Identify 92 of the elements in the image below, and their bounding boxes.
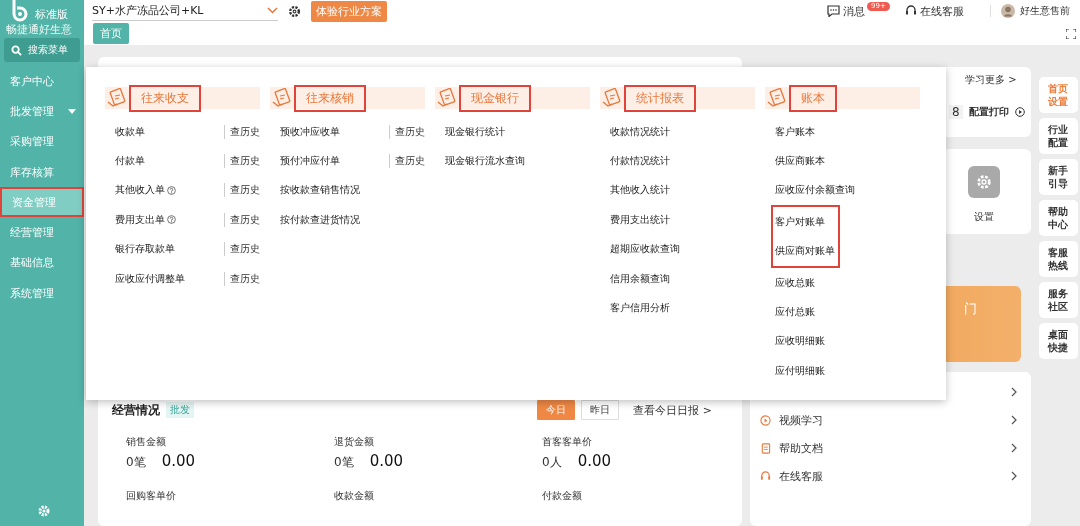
category-tag: 批发	[166, 402, 194, 418]
group-title: 往来核销	[294, 84, 366, 112]
menu-item[interactable]: 应收应付余额查询	[775, 183, 855, 198]
metric-label: 收款金额	[334, 489, 375, 503]
print-config-link[interactable]: 配置打印	[968, 105, 1009, 119]
menu-item[interactable]: 按收款查销售情况	[280, 183, 360, 198]
metric-label: 付款金额	[542, 489, 583, 503]
quick-access-button[interactable]: 新手引导	[1038, 159, 1078, 195]
help-link-row[interactable]: 在线客服	[760, 462, 1017, 490]
metric-count: 0人	[542, 454, 562, 471]
quick-access-button[interactable]: 行业配置	[1038, 118, 1078, 154]
online-support-link[interactable]: 在线客服	[905, 3, 964, 19]
chevron-right-icon	[1010, 443, 1017, 453]
group-title: 统计报表	[624, 84, 696, 112]
menu-item[interactable]: 应付总账	[775, 305, 815, 320]
help-icon[interactable]	[167, 215, 176, 225]
menu-item[interactable]: 预收冲应收单	[280, 124, 340, 139]
menu-item[interactable]: 预付冲应付单	[280, 154, 340, 169]
menu-item[interactable]: 按付款查进货情况	[280, 212, 360, 227]
help-link-row[interactable]: 视频学习	[760, 406, 1017, 434]
group-title: 往来收支	[129, 84, 201, 112]
help-icon[interactable]	[167, 185, 176, 195]
menu-item[interactable]: 收款单	[115, 124, 145, 139]
avatar-icon[interactable]	[1001, 4, 1015, 18]
metric-label: 退货金额	[334, 435, 375, 449]
period-toggle[interactable]: 昨日	[581, 400, 620, 420]
headset-icon	[760, 470, 771, 482]
history-link[interactable]: 查历史	[224, 242, 260, 257]
help-link-row[interactable]: 帮助文档	[760, 434, 1017, 462]
card-title: 经营情况	[112, 401, 160, 419]
print-count: 8	[948, 105, 963, 119]
menu-item[interactable]: 供应商对账单	[775, 244, 835, 259]
menu-item[interactable]: 应收总账	[775, 275, 815, 290]
search-icon	[11, 44, 22, 56]
menu-item[interactable]: 客户信用分析	[610, 301, 670, 316]
menu-item[interactable]: 付款情况统计	[610, 154, 670, 169]
learn-more-link[interactable]: 学习更多 >	[965, 73, 1017, 87]
settings-icon[interactable]	[288, 4, 301, 18]
menu-item[interactable]: 应收明细账	[775, 334, 825, 349]
company-select[interactable]: SY+水产冻品公司+KL	[92, 1, 278, 21]
menu-item[interactable]: 其他收入单	[115, 183, 165, 198]
user-name[interactable]: 好生意售前	[1020, 4, 1070, 18]
history-link[interactable]: 查历史	[224, 183, 260, 198]
menu-item[interactable]: 现金银行统计	[445, 124, 505, 139]
menu-item[interactable]: 应收应付调整单	[115, 271, 185, 286]
quick-access-button[interactable]: 帮助中心	[1038, 200, 1078, 236]
metric-label: 首客客单价	[542, 435, 593, 449]
document-icon	[760, 442, 771, 454]
menu-item[interactable]: 费用支出单	[115, 212, 165, 227]
menu-item[interactable]: 费用支出统计	[610, 212, 670, 227]
history-link[interactable]: 查历史	[224, 154, 260, 169]
play-circle-icon[interactable]	[1014, 107, 1025, 117]
fullscreen-icon[interactable]	[1066, 28, 1076, 39]
history-link[interactable]: 查历史	[389, 154, 425, 169]
group-title: 账本	[789, 84, 837, 112]
menu-item[interactable]: 现金银行流水查询	[445, 154, 525, 169]
quick-access-button[interactable]: 客服热线	[1038, 241, 1078, 277]
menu-item[interactable]: 客户对账单	[775, 214, 825, 229]
play-circle-icon	[760, 414, 771, 426]
metric-count: 0笔	[126, 454, 146, 471]
chevron-right-icon	[1010, 471, 1017, 481]
chevron-right-icon	[1010, 415, 1017, 425]
metric-count: 0笔	[334, 454, 354, 471]
menu-item[interactable]: 付款单	[115, 154, 145, 169]
menu-item[interactable]: 银行存取款单	[115, 242, 175, 257]
daily-report-link[interactable]: 查看今日日报 >	[633, 402, 712, 418]
chevron-down-icon	[267, 7, 278, 14]
metric-amount: 0.00	[161, 452, 196, 470]
metric-amount: 0.00	[577, 452, 612, 470]
edition-label: 标准版	[35, 7, 68, 22]
menu-item[interactable]: 应付明细账	[775, 363, 825, 378]
menu-item[interactable]: 供应商账本	[775, 154, 825, 169]
settings-icon	[967, 166, 1000, 198]
menu-item[interactable]: 收款情况统计	[610, 124, 670, 139]
quick-access-button[interactable]: 服务社区	[1038, 282, 1078, 318]
chevron-right-icon[interactable]	[1010, 387, 1017, 397]
group-title: 现金银行	[459, 84, 531, 112]
metric-label: 销售金额	[126, 435, 167, 449]
metric-amount: 0.00	[369, 452, 404, 470]
menu-item[interactable]: 客户账本	[775, 124, 815, 139]
headset-icon	[905, 5, 917, 17]
history-link[interactable]: 查历史	[224, 212, 260, 227]
menu-item[interactable]: 其他收入统计	[610, 183, 670, 198]
quick-access-button[interactable]: 桌面快捷	[1038, 323, 1078, 359]
history-link[interactable]: 查历史	[389, 124, 425, 139]
chat-icon	[827, 5, 840, 17]
metric-label: 回购客单价	[126, 489, 177, 503]
logo-text: 畅捷通好生意	[6, 22, 73, 37]
history-link[interactable]: 查历史	[224, 271, 260, 286]
menu-item[interactable]: 信用余额查询	[610, 271, 670, 286]
menu-item[interactable]: 超期应收款查询	[610, 242, 680, 257]
history-link[interactable]: 查历史	[224, 124, 260, 139]
